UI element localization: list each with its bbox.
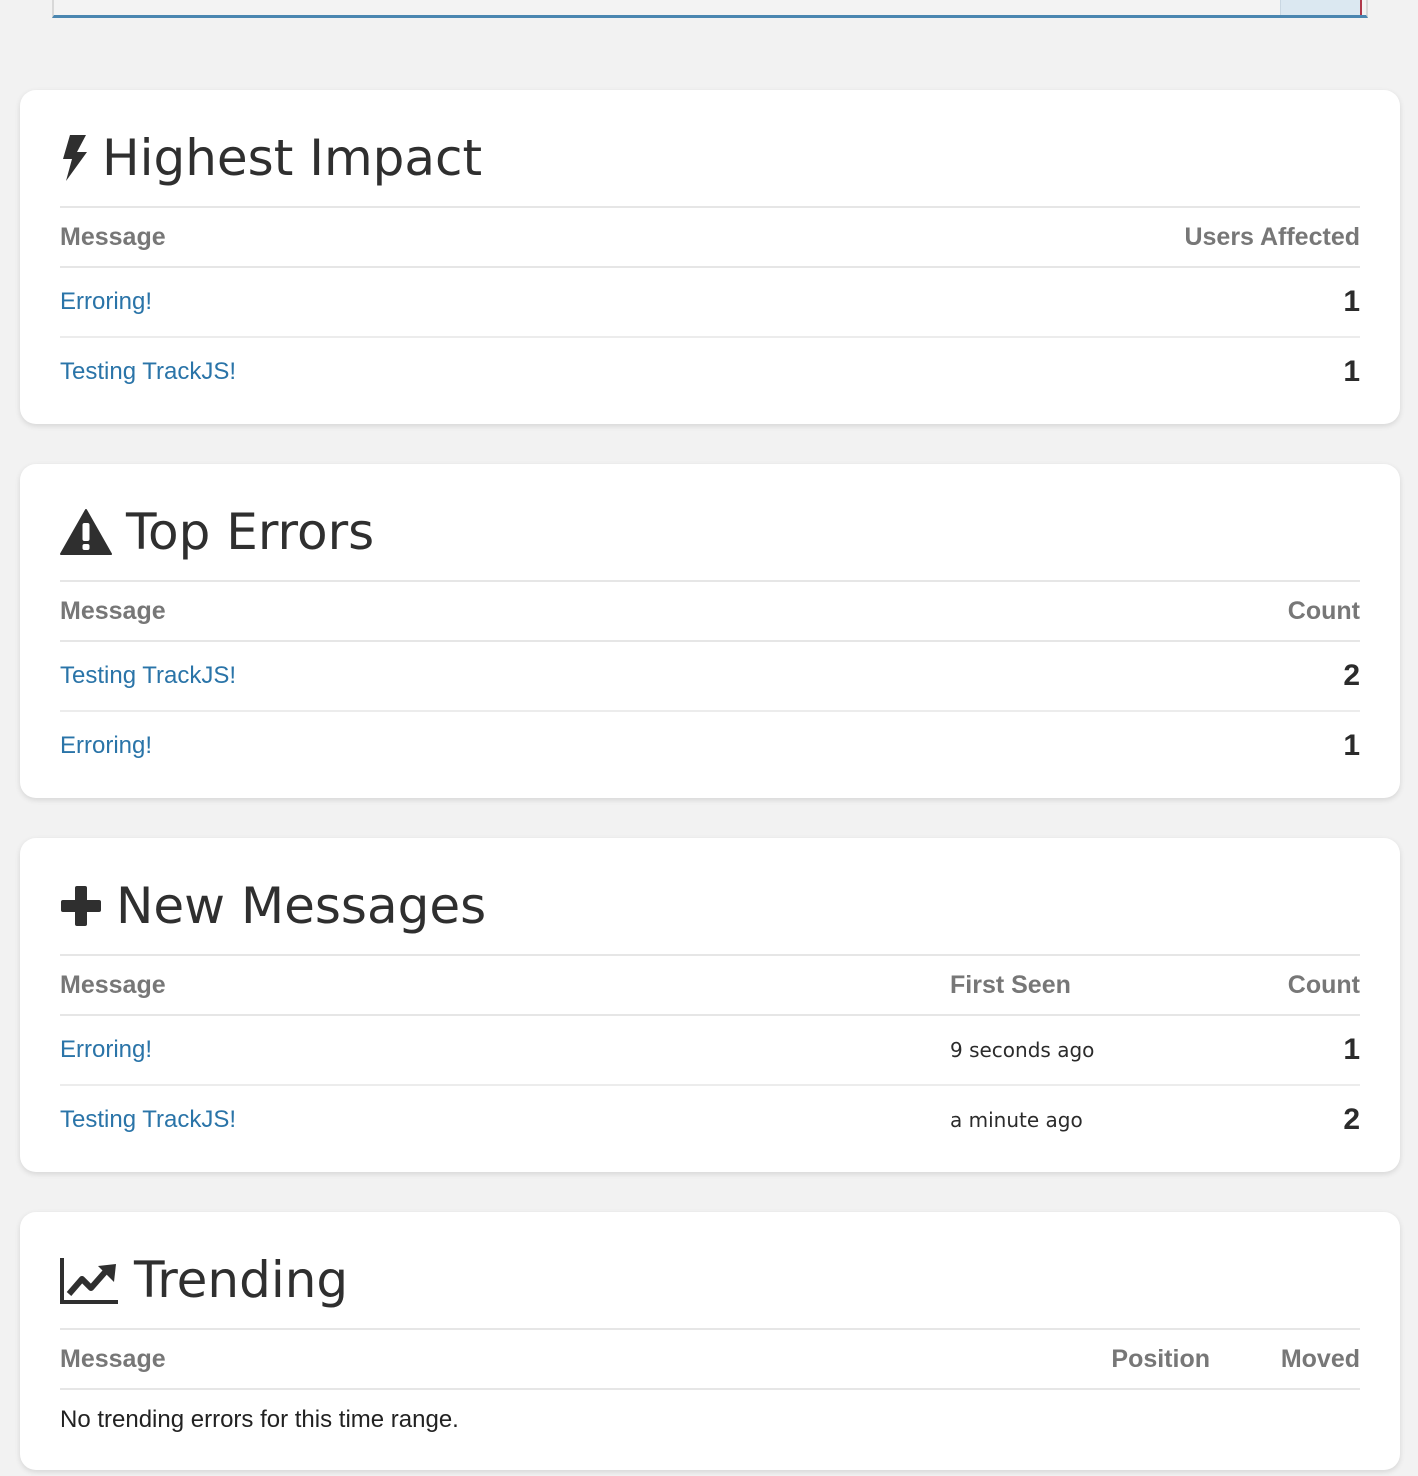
table-row: Erroring! 1 xyxy=(60,267,1360,338)
panel-title: Trending xyxy=(60,1212,1360,1330)
table-header-row: Message Position Moved xyxy=(60,1330,1360,1390)
table-header-row: Message First Seen Count xyxy=(60,956,1360,1016)
column-header-count: Count xyxy=(1230,956,1360,1016)
message-link[interactable]: Testing TrackJS! xyxy=(60,662,236,689)
message-link[interactable]: Testing TrackJS! xyxy=(60,1106,236,1133)
message-link[interactable]: Erroring! xyxy=(60,1036,152,1063)
table-row: Erroring! 9 seconds ago 1 xyxy=(60,1015,1360,1086)
empty-state-text: No trending errors for this time range. xyxy=(60,1406,459,1433)
column-header-message: Message xyxy=(60,208,711,268)
highest-impact-panel: Highest Impact Message Users Affected Er… xyxy=(20,90,1400,424)
top-errors-table: Message Count Testing TrackJS! 2 Errorin… xyxy=(60,582,1360,780)
panel-title: New Messages xyxy=(60,838,1360,956)
column-header-message: Message xyxy=(60,1330,1050,1390)
column-header-first-seen: First Seen xyxy=(950,956,1230,1016)
table-row: Testing TrackJS! 2 xyxy=(60,641,1360,712)
count-value: 2 xyxy=(1343,1103,1360,1136)
message-link[interactable]: Testing TrackJS! xyxy=(60,358,236,385)
users-affected-value: 1 xyxy=(1343,355,1360,388)
panel-title: Highest Impact xyxy=(60,90,1360,208)
bolt-icon xyxy=(60,134,88,182)
panel-title-text: Top Errors xyxy=(126,503,375,561)
column-header-users-affected: Users Affected xyxy=(710,208,1360,268)
trending-table: Message Position Moved No trending error… xyxy=(60,1330,1360,1450)
chart-line-icon xyxy=(60,1256,120,1304)
panel-title-text: Trending xyxy=(134,1251,349,1309)
plus-icon xyxy=(60,885,102,927)
previous-panel-edge xyxy=(52,0,1368,18)
scrollbar-thumb[interactable] xyxy=(1280,0,1362,15)
table-row: Erroring! 1 xyxy=(60,711,1360,780)
column-header-moved: Moved xyxy=(1210,1330,1360,1390)
highest-impact-table: Message Users Affected Erroring! 1 Testi… xyxy=(60,208,1360,406)
panel-title-text: Highest Impact xyxy=(102,129,483,187)
table-header-row: Message Count xyxy=(60,582,1360,642)
message-link[interactable]: Erroring! xyxy=(60,288,152,315)
first-seen-value: a minute ago xyxy=(950,1108,1083,1132)
panel-title-text: New Messages xyxy=(116,877,487,935)
table-row: Testing TrackJS! a minute ago 2 xyxy=(60,1085,1360,1154)
users-affected-value: 1 xyxy=(710,267,1360,338)
message-link[interactable]: Erroring! xyxy=(60,732,152,759)
trending-panel: Trending Message Position Moved No trend… xyxy=(20,1212,1400,1470)
warning-icon xyxy=(60,508,112,556)
column-header-message: Message xyxy=(60,956,950,1016)
table-header-row: Message Users Affected xyxy=(60,208,1360,268)
table-row: No trending errors for this time range. xyxy=(60,1389,1360,1450)
top-errors-panel: Top Errors Message Count Testing TrackJS… xyxy=(20,464,1400,798)
count-value: 2 xyxy=(981,641,1360,712)
column-header-count: Count xyxy=(981,582,1360,642)
new-messages-table: Message First Seen Count Erroring! 9 sec… xyxy=(60,956,1360,1154)
first-seen-value: 9 seconds ago xyxy=(950,1015,1230,1086)
count-value: 1 xyxy=(1343,729,1360,762)
column-header-message: Message xyxy=(60,582,982,642)
table-row: Testing TrackJS! 1 xyxy=(60,337,1360,406)
panel-title: Top Errors xyxy=(60,464,1360,582)
count-value: 1 xyxy=(1230,1015,1360,1086)
column-header-position: Position xyxy=(1050,1330,1210,1390)
new-messages-panel: New Messages Message First Seen Count Er… xyxy=(20,838,1400,1172)
